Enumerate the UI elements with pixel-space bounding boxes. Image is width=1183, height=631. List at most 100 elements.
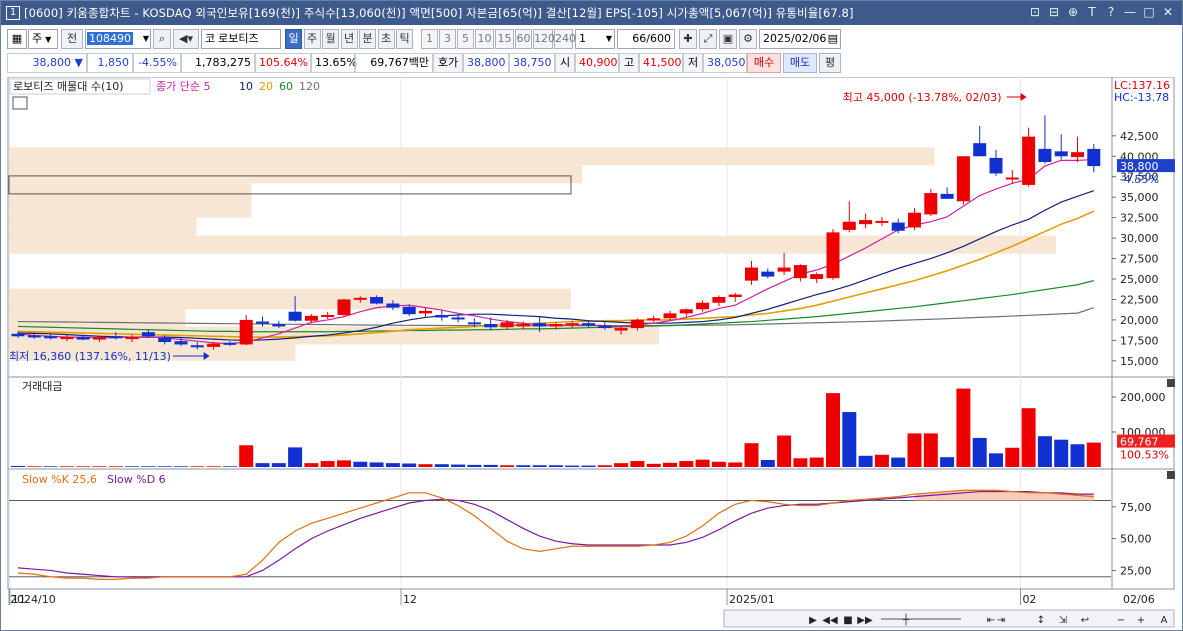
x-tick-label: 2025/01 (729, 593, 775, 606)
volume-bar (956, 388, 971, 467)
volume-bar (1070, 444, 1085, 467)
pin-icon[interactable]: ⊕ (1065, 4, 1081, 20)
volume-bar (206, 466, 221, 467)
down-arrow-icon: ▼ (74, 56, 83, 69)
minus-icon[interactable]: − (1117, 615, 1125, 626)
ma-legend-10: 10 (239, 80, 253, 93)
draw-tool-icon[interactable]: ⤢ (699, 29, 717, 49)
date-field[interactable]: 2025/02/06 ▤ (759, 29, 841, 49)
candle-body (239, 319, 253, 345)
candle-body (435, 315, 449, 318)
volume-bar (500, 465, 514, 467)
save-icon[interactable]: ▣ (719, 29, 737, 49)
volume-bar (679, 461, 694, 467)
interval-button-120[interactable]: 120 (533, 29, 555, 49)
candle-body (174, 341, 188, 345)
interval-button-5[interactable]: 5 (457, 29, 474, 49)
period-button-day[interactable]: 일 (285, 29, 302, 49)
fast-forward-icon[interactable]: ▶▶ (857, 615, 873, 626)
volume-bar (1021, 408, 1036, 467)
interval-button-3[interactable]: 3 (439, 29, 456, 49)
rewind-icon[interactable]: ◀◀ (822, 615, 838, 626)
link-icon[interactable]: ⊡ (1027, 4, 1043, 20)
plus-icon[interactable]: + (1137, 615, 1145, 626)
volume-bar (874, 454, 889, 467)
candle-body (11, 333, 25, 337)
interval-button-15[interactable]: 15 (495, 29, 514, 49)
sell-button[interactable]: 매도 (783, 53, 817, 73)
volume-bar (548, 465, 563, 467)
crosshair-icon[interactable]: ✚ (679, 29, 697, 49)
volume-bar (809, 457, 824, 467)
period-button-minute[interactable]: 분 (359, 29, 376, 49)
interval-select[interactable]: 1 ▼ (575, 29, 615, 49)
volume-bar (1086, 442, 1101, 467)
minimize-icon[interactable]: — (1122, 4, 1138, 20)
period-button-tick[interactable]: 틱 (396, 29, 413, 49)
price-tick-label: 42,500 (1120, 130, 1159, 143)
stoch-tick-label: 75,00 (1120, 501, 1152, 514)
close-icon[interactable]: ✕ (1160, 4, 1176, 20)
gear-icon[interactable]: ⚙ (739, 29, 757, 49)
candle-body (1005, 177, 1019, 180)
interval-button-1[interactable]: 1 (421, 29, 438, 49)
candle-body (1071, 152, 1084, 158)
candle-body (859, 220, 873, 225)
period-dropdown-value: 주 (32, 32, 43, 45)
candle-body (76, 337, 90, 340)
volume-bar (271, 463, 286, 467)
font-icon[interactable]: A (1161, 615, 1168, 626)
period-button-month[interactable]: 월 (322, 29, 339, 49)
candle-body (158, 337, 172, 342)
candle-body (679, 309, 693, 314)
volume-bar (239, 445, 254, 467)
candle-body (272, 324, 286, 327)
candle-body (549, 324, 563, 327)
stock-name-field[interactable]: 코 로보티즈 (201, 29, 281, 49)
scale-icon[interactable]: ↕ (1037, 615, 1045, 626)
code-input[interactable]: 108490 ▼ (85, 29, 151, 49)
interval-button-60[interactable]: 60 (515, 29, 532, 49)
period-button-week[interactable]: 주 (303, 29, 321, 49)
undo-icon[interactable]: ↩ (1081, 615, 1089, 626)
candle-body (940, 193, 954, 199)
minimize-window-icon[interactable]: ⊟ (1046, 4, 1062, 20)
play-icon[interactable]: ▶ (809, 615, 817, 626)
candle-body (565, 323, 579, 326)
candle-body (402, 306, 416, 315)
chart-svg[interactable]: 15,000 17,500 20,000 22,500 25,000 27,500 30,0… (1, 77, 1182, 630)
candle-body (973, 143, 987, 157)
buy-button[interactable]: 매수 (747, 53, 781, 73)
flat-button[interactable]: 평 (819, 53, 841, 73)
count-field[interactable]: 66/600 (617, 29, 675, 49)
help-icon[interactable]: ? (1103, 4, 1119, 20)
high-arrow-head (1020, 93, 1027, 101)
volume-bar (614, 463, 629, 467)
interval-button-240[interactable]: 240 (554, 29, 576, 49)
zoom-in-icon[interactable]: ⇥ (997, 615, 1005, 626)
interval-button-10[interactable]: 10 (475, 29, 494, 49)
chart-menu-icon[interactable]: ▦ (7, 29, 27, 49)
speaker-icon[interactable]: ◀▾ (173, 29, 199, 49)
period-dropdown[interactable]: 주 ▼ (28, 29, 58, 49)
maximize-icon[interactable]: □ (1141, 4, 1157, 20)
prev-button[interactable]: 전 (61, 29, 83, 49)
quote-bar: 38,800 ▼ 1,850 -4.55% 1,783,275 105.64% … (1, 53, 1182, 75)
search-icon[interactable]: ⌕ (153, 29, 171, 49)
volume-profile-bar (9, 147, 935, 166)
chart-area[interactable]: 15,000 17,500 20,000 22,500 25,000 27,500 30,0… (1, 77, 1182, 630)
period-button-second[interactable]: 초 (377, 29, 395, 49)
window-number[interactable]: 1 (6, 6, 20, 20)
high-price: 41,500 (639, 53, 683, 73)
candle-body (1038, 148, 1052, 162)
grid-table-icon (12, 96, 28, 110)
stock-name: 로보티즈 (218, 32, 259, 45)
period-button-year[interactable]: 년 (340, 29, 358, 49)
price-tick-label: 32,500 (1120, 212, 1159, 225)
zoom-out-icon[interactable]: ⇤ (987, 615, 995, 626)
low-label: 저 (683, 53, 703, 73)
fit-icon[interactable]: ⇲ (1059, 615, 1068, 626)
volume-bar (891, 457, 906, 467)
text-icon[interactable]: T (1084, 4, 1100, 20)
stop-icon[interactable]: ■ (843, 615, 852, 626)
